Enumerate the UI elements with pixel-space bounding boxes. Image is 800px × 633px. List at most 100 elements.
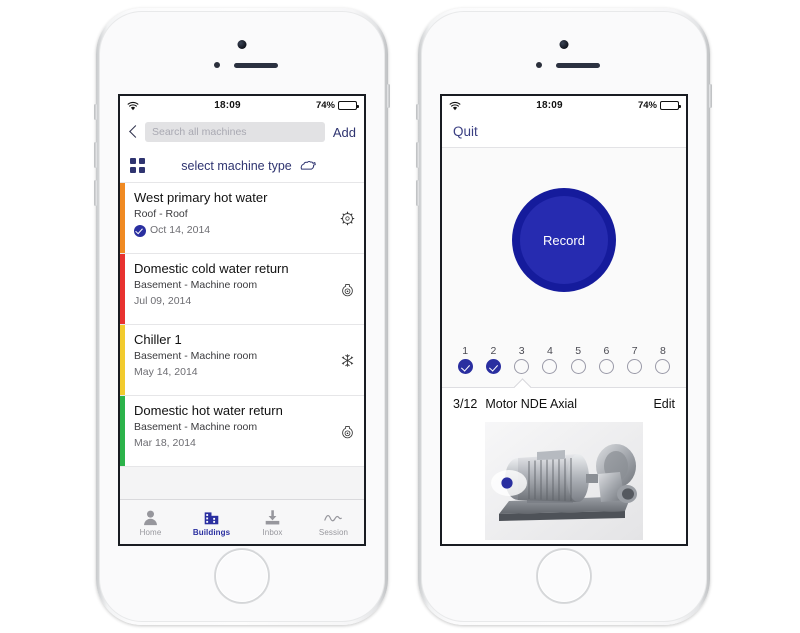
mute-switch-right[interactable]	[416, 104, 419, 120]
status-bar-left-group	[127, 101, 139, 111]
record-area: Record	[442, 148, 686, 332]
machine-list-item[interactable]: Domestic hot water return Basement - Mach…	[120, 396, 364, 467]
edit-button[interactable]: Edit	[653, 397, 675, 411]
machine-date-row: May 14, 2014	[134, 365, 330, 380]
status-bar-right: 18:09 74%	[442, 96, 686, 115]
front-camera-icon	[237, 40, 247, 49]
grid-cell	[130, 166, 137, 173]
machine-date-row: Oct 14, 2014	[134, 223, 330, 238]
grid-cell	[130, 158, 137, 165]
step-dot-empty[interactable]	[655, 358, 671, 374]
status-bar-time: 18:09	[214, 100, 241, 111]
machine-name: Chiller 1	[134, 332, 182, 347]
add-button[interactable]: Add	[331, 125, 356, 140]
tab-session[interactable]: Session	[303, 500, 364, 544]
tab-buildings-label: Buildings	[192, 528, 231, 537]
step-indicator[interactable]: 6	[592, 345, 620, 374]
list-empty-space	[120, 467, 364, 499]
quit-button[interactable]: Quit	[453, 124, 478, 139]
step-indicator[interactable]: 5	[564, 345, 592, 374]
step-dot-empty[interactable]	[570, 358, 586, 374]
measurement-point-marker	[501, 477, 513, 489]
machine-rows-container: West primary hot water Roof - Roof Oct 14,…	[120, 183, 364, 467]
machine-info: Domestic hot water return Basement - Mach…	[125, 396, 330, 466]
record-button[interactable]: Record	[512, 188, 616, 292]
search-bar: Search all machines Add	[120, 115, 364, 149]
home-button-right[interactable]	[537, 549, 591, 603]
measurement-point-row: 3/12 Motor NDE Axial Edit	[442, 387, 686, 419]
step-dot-completed[interactable]	[457, 358, 473, 374]
step-dot-empty[interactable]	[514, 358, 530, 374]
motor-outline-icon	[300, 160, 316, 170]
snowflake-icon	[341, 353, 353, 367]
step-indicator[interactable]: 1	[451, 345, 479, 374]
person-icon	[142, 507, 159, 526]
machine-list[interactable]: West primary hot water Roof - Roof Oct 14,…	[120, 183, 364, 499]
point-index-label: 3/12	[453, 396, 478, 411]
battery-percent-label: 74%	[315, 100, 335, 111]
machine-name: Domestic cold water return	[134, 261, 289, 276]
pump-icon	[341, 283, 353, 296]
record-nav-bar: Quit	[442, 115, 686, 148]
waveform-icon	[324, 507, 343, 526]
machine-list-item[interactable]: Domestic cold water return Basement - Mac…	[120, 254, 364, 325]
record-button-label: Record	[543, 232, 585, 248]
mute-switch-left[interactable]	[94, 104, 97, 120]
steps-row: 1 2 3 4 5 6 7 8	[451, 344, 677, 374]
status-bar-left: 18:09 74%	[120, 96, 364, 115]
step-indicator[interactable]: 2	[479, 344, 507, 374]
search-input[interactable]: Search all machines	[145, 122, 325, 142]
wifi-icon	[449, 101, 461, 110]
machine-location: Basement - Machine room	[134, 279, 258, 291]
power-button-left[interactable]	[387, 84, 390, 108]
machine-date: Jul 09, 2014	[134, 295, 192, 307]
record-button-inner: Record	[520, 196, 608, 284]
step-dot-empty[interactable]	[598, 358, 614, 374]
tab-inbox-label: Inbox	[262, 528, 283, 537]
tab-buildings[interactable]: Buildings	[181, 500, 242, 544]
check-circle-icon	[134, 224, 146, 237]
step-number: 2	[490, 344, 497, 357]
front-camera-icon	[559, 40, 569, 49]
measurement-steps: 1 2 3 4 5 6 7 8	[442, 332, 686, 387]
tab-home[interactable]: Home	[120, 500, 181, 544]
machine-name: West primary hot water	[134, 190, 268, 205]
step-number: 3	[518, 344, 525, 357]
step-number: 4	[546, 344, 553, 357]
machine-info: Chiller 1 Basement - Machine room May 14, …	[125, 325, 330, 395]
step-indicator[interactable]: 8	[649, 344, 677, 374]
status-bar-time: 18:09	[536, 100, 563, 111]
battery-icon	[338, 101, 359, 110]
status-bar-left-group	[449, 101, 461, 111]
motor-pump-assembly-image[interactable]	[485, 422, 643, 540]
home-button-left[interactable]	[215, 549, 269, 603]
tab-inbox[interactable]: Inbox	[242, 500, 303, 544]
volume-down-button-left[interactable]	[94, 180, 97, 206]
volume-up-button-left[interactable]	[94, 142, 97, 168]
machine-type-selector[interactable]: select machine type	[145, 159, 354, 173]
step-indicator[interactable]: 4	[536, 344, 564, 374]
screen-right: 18:09 74% Quit Record 12 3 4 5 6 7 8 3/1…	[440, 94, 688, 546]
step-indicator[interactable]: 7	[621, 345, 649, 374]
fan-impeller-icon	[340, 211, 354, 225]
machine-type-icon-cell	[330, 325, 364, 395]
machine-date-row: Jul 09, 2014	[134, 294, 330, 309]
screenshot-stage: 18:09 74% Search all machines Add select…	[0, 0, 800, 633]
machine-info: Domestic cold water return Basement - Mac…	[125, 254, 330, 324]
battery-icon	[660, 101, 681, 110]
step-dot-completed[interactable]	[485, 358, 501, 374]
back-chevron-icon[interactable]	[128, 124, 139, 141]
machine-type-icon-cell	[330, 396, 364, 466]
machine-info: West primary hot water Roof - Roof Oct 14,…	[125, 183, 330, 253]
step-number: 8	[659, 344, 666, 357]
step-dot-empty[interactable]	[542, 358, 558, 374]
volume-down-button-right[interactable]	[416, 180, 419, 206]
step-indicator[interactable]: 3	[508, 344, 536, 374]
step-dot-empty[interactable]	[627, 358, 643, 374]
machine-list-item[interactable]: West primary hot water Roof - Roof Oct 14,…	[120, 183, 364, 254]
power-button-right[interactable]	[709, 84, 712, 108]
grid-icon[interactable]	[130, 158, 145, 173]
volume-up-button-right[interactable]	[416, 142, 419, 168]
machine-type-icon-cell	[330, 254, 364, 324]
machine-list-item[interactable]: Chiller 1 Basement - Machine room May 14, …	[120, 325, 364, 396]
